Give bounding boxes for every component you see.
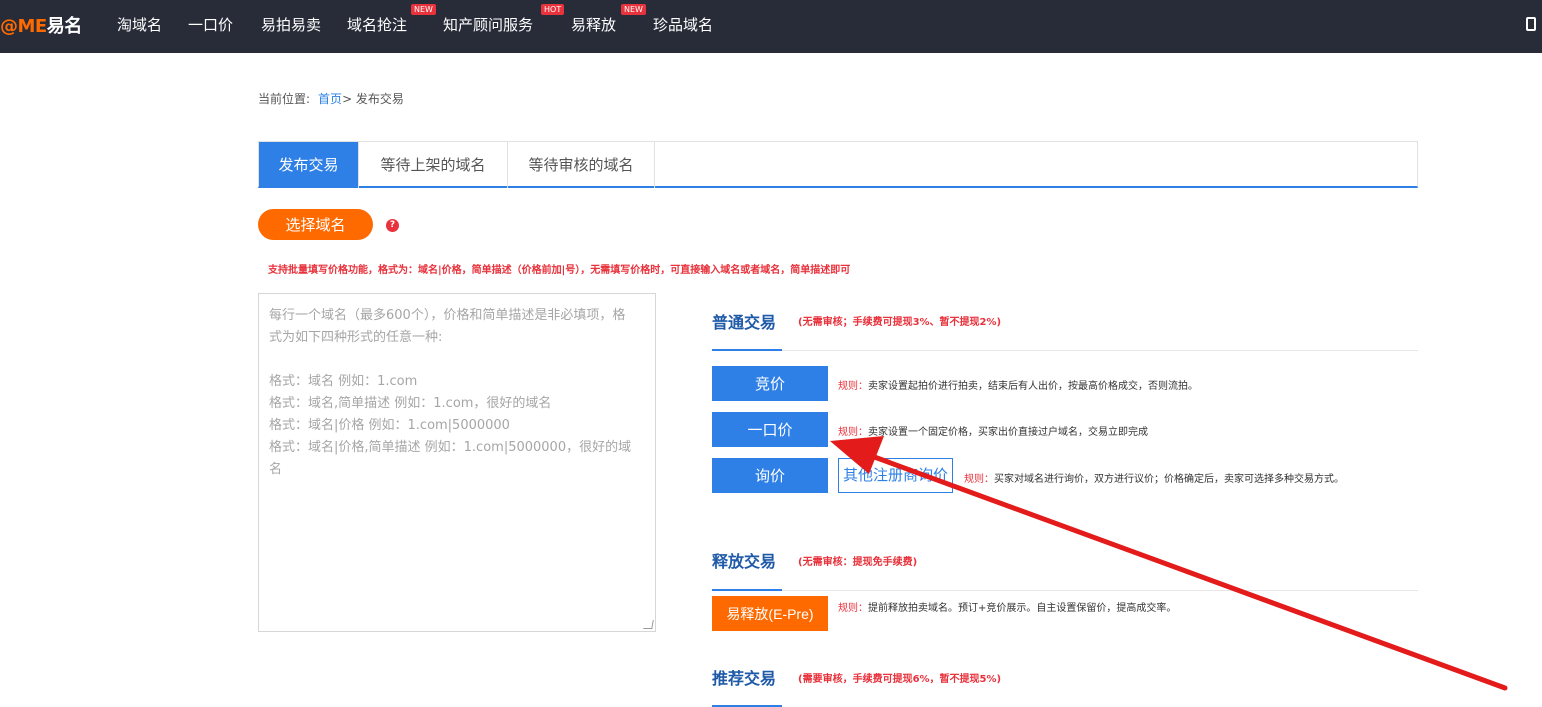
arrow-head (830, 436, 884, 474)
annotation-arrow-icon (830, 436, 1508, 691)
arrow-shaft (855, 448, 1508, 691)
